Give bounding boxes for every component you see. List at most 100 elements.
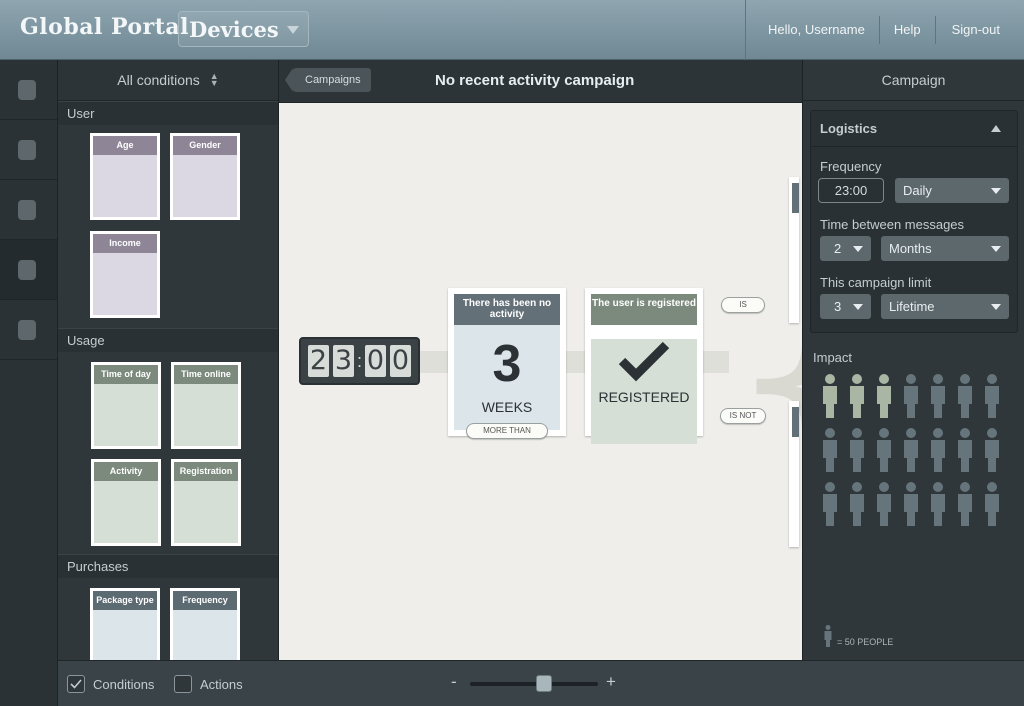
- person-icon: [848, 482, 866, 526]
- brand-title: Global Portal: [20, 14, 189, 40]
- card-label: Frequency: [173, 591, 237, 610]
- branch-isnot-pill[interactable]: IS NOT: [720, 408, 766, 424]
- person-icon: [821, 374, 839, 418]
- comparator-pill[interactable]: MORE THAN: [466, 423, 548, 439]
- logistics-title: Logistics: [820, 121, 878, 136]
- flow-canvas[interactable]: { 2 3 : 0 0 There has been no activity 3…: [279, 103, 802, 660]
- group-title-usage: Usage: [58, 328, 278, 352]
- clock-colon: :: [356, 350, 362, 371]
- condition-card-age[interactable]: Age: [90, 133, 160, 220]
- branch-is-pill[interactable]: IS: [721, 297, 765, 313]
- group-cards-usage: Time of day Time online Activity Registr…: [58, 352, 278, 554]
- node-value: 3: [492, 335, 522, 393]
- time-between-unit-select[interactable]: Months: [881, 236, 1009, 261]
- branch-node-is[interactable]: [789, 177, 799, 323]
- condition-node-registered[interactable]: The user is registered REGISTERED: [585, 288, 703, 444]
- person-icon: [929, 374, 947, 418]
- condition-card-time-online[interactable]: Time online: [171, 362, 241, 449]
- clock-digit: 0: [390, 345, 411, 377]
- left-rail: [0, 60, 58, 706]
- card-label: Activity: [94, 462, 158, 481]
- person-icon: [848, 374, 866, 418]
- clock-digit: 2: [307, 345, 329, 377]
- campaign-panel-title: Campaign: [803, 60, 1024, 101]
- rail-item-1[interactable]: [0, 60, 57, 120]
- conditions-checkbox[interactable]: [67, 675, 85, 693]
- person-icon: [824, 625, 832, 647]
- actions-toggle-label[interactable]: Actions: [200, 677, 243, 692]
- person-icon: [956, 374, 974, 418]
- person-icon: [983, 374, 1001, 418]
- clock-digit: 0: [365, 345, 386, 377]
- group-title-user: User: [58, 101, 278, 125]
- conditions-toggle-label[interactable]: Conditions: [93, 677, 154, 692]
- conditions-panel: All conditions ▲ ▼ User Age Gender Income…: [58, 60, 279, 660]
- time-between-label: Time between messages: [820, 217, 965, 232]
- person-icon: [902, 428, 920, 472]
- conditions-filter[interactable]: All conditions ▲ ▼: [58, 60, 278, 101]
- campaign-limit-value-select[interactable]: 3: [820, 294, 871, 319]
- rail-icon: [18, 260, 36, 280]
- node-header: The user is registered: [591, 294, 697, 325]
- condition-card-frequency[interactable]: Frequency: [170, 588, 240, 660]
- card-label: Package type: [93, 591, 157, 610]
- logistics-header[interactable]: Logistics: [811, 111, 1017, 147]
- campaign-limit-label: This campaign limit: [820, 275, 932, 290]
- check-icon: [70, 679, 82, 689]
- section-dropdown[interactable]: Devices: [178, 11, 309, 47]
- condition-node-no-activity[interactable]: There has been no activity 3 WEEKS: [448, 288, 566, 436]
- canvas-topbar: Campaigns No recent activity campaign: [279, 60, 802, 103]
- person-icon: [983, 428, 1001, 472]
- node-header: There has been no activity: [454, 294, 560, 325]
- node-body: REGISTERED: [591, 339, 697, 444]
- actions-checkbox[interactable]: [174, 675, 192, 693]
- person-icon: [902, 482, 920, 526]
- person-icon: [875, 482, 893, 526]
- condition-card-gender[interactable]: Gender: [170, 133, 240, 220]
- node-unit: WEEKS: [481, 399, 533, 415]
- card-label: Registration: [174, 462, 238, 481]
- card-label: Time online: [174, 365, 238, 384]
- signout-link[interactable]: Sign-out: [936, 16, 1014, 44]
- person-icon: [821, 428, 839, 472]
- frequency-time-input[interactable]: 23:00: [818, 178, 884, 203]
- rail-icon: [18, 140, 36, 160]
- logistics-box: Logistics Frequency 23:00 Daily Time bet…: [810, 110, 1018, 333]
- time-between-value-select[interactable]: 2: [820, 236, 871, 261]
- sort-updown-icon: ▲ ▼: [209, 71, 219, 88]
- frequency-label: Frequency: [820, 159, 882, 174]
- section-label: Devices: [189, 16, 279, 42]
- person-icon: [956, 428, 974, 472]
- branch-node-isnot[interactable]: [789, 401, 799, 547]
- node-label: REGISTERED: [598, 389, 690, 405]
- zoom-in-button[interactable]: +: [606, 672, 616, 692]
- person-icon: [956, 482, 974, 526]
- frequency-period-select[interactable]: Daily: [895, 178, 1009, 203]
- condition-card-activity[interactable]: Activity: [91, 459, 161, 546]
- rail-item-2[interactable]: [0, 120, 57, 180]
- node-body: 3 WEEKS: [454, 325, 560, 430]
- group-title-purchases: Purchases: [58, 554, 278, 578]
- group-cards-purchases: Package type Frequency: [58, 578, 278, 660]
- condition-card-income[interactable]: Income: [90, 231, 160, 318]
- rail-item-3[interactable]: [0, 180, 57, 240]
- rail-item-4[interactable]: [0, 240, 57, 300]
- user-greeting[interactable]: Hello, Username: [746, 16, 879, 44]
- person-icon: [983, 482, 1001, 526]
- campaigns-back-button[interactable]: Campaigns: [285, 68, 371, 92]
- zoom-slider-track[interactable]: [470, 682, 598, 686]
- campaign-limit-unit-select[interactable]: Lifetime: [881, 294, 1009, 319]
- person-icon: [929, 428, 947, 472]
- condition-card-registration[interactable]: Registration: [171, 459, 241, 546]
- condition-card-time-of-day[interactable]: Time of day: [91, 362, 161, 449]
- card-label: Income: [93, 234, 157, 253]
- condition-card-package-type[interactable]: Package type: [90, 588, 160, 660]
- card-label: Age: [93, 136, 157, 155]
- zoom-slider-thumb[interactable]: [536, 675, 553, 692]
- help-link[interactable]: Help: [880, 16, 935, 44]
- zoom-out-button[interactable]: -: [451, 672, 457, 692]
- schedule-clock[interactable]: 2 3 : 0 0: [299, 337, 420, 385]
- impact-legend-label: = 50 PEOPLE: [837, 637, 894, 647]
- campaign-title: No recent activity campaign: [435, 72, 635, 89]
- rail-item-5[interactable]: [0, 300, 57, 360]
